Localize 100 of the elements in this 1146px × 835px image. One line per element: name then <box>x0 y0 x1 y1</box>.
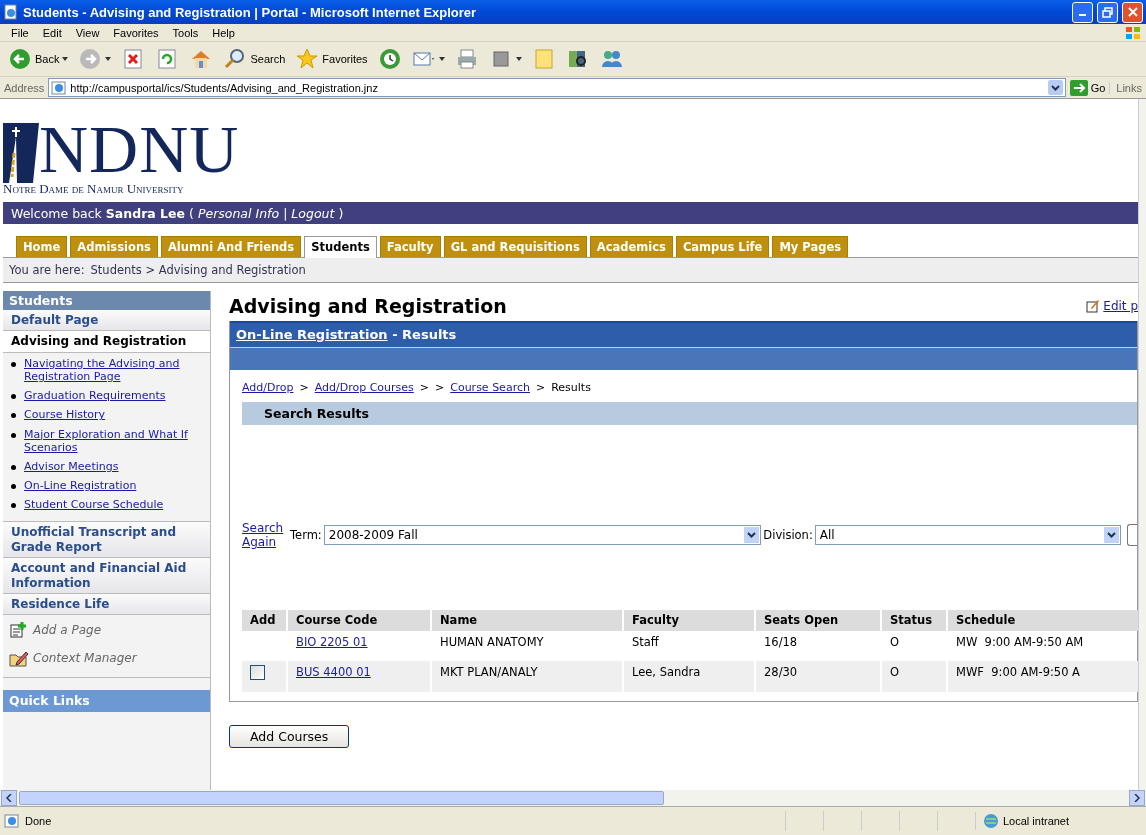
context-manager-link[interactable]: Context Manager <box>9 649 204 668</box>
address-field[interactable]: http://campusportal/ics/Students/Advising_and_Registration.jnz <box>48 78 1066 97</box>
paren-text: ( <box>189 205 194 221</box>
sidebar-item[interactable]: Advising and Registration <box>3 331 210 353</box>
globe-icon <box>982 812 1000 830</box>
breadcrumb-text: > <box>535 381 546 394</box>
arrow-icon <box>1069 79 1088 96</box>
logout-link[interactable]: Logout <box>291 205 335 221</box>
menu-item[interactable]: Help <box>205 26 242 39</box>
table-cell: Lee, Sandra <box>624 660 754 692</box>
column-header: Faculty <box>624 609 754 631</box>
sidebar-item[interactable]: Account and Financial Aid Information <box>3 558 210 595</box>
caret-icon <box>62 57 69 61</box>
go-button[interactable]: Go <box>1069 79 1106 96</box>
menu-item[interactable]: View <box>68 26 107 39</box>
separator-text: | <box>283 205 288 221</box>
forward-icon <box>78 47 103 71</box>
table-cell: MKT PLAN/ANALY <box>432 660 622 692</box>
university-name: Notre Dame de Namur University <box>3 181 185 197</box>
bullet-icon <box>11 503 16 509</box>
add-courses-button[interactable]: Add Courses <box>229 725 350 748</box>
bullet-icon <box>11 361 16 367</box>
close-button[interactable] <box>1122 1 1143 23</box>
breadcrumb-link[interactable]: Add/Drop Courses <box>314 381 414 394</box>
caret-icon <box>105 57 112 61</box>
breadcrumb-text: > <box>419 381 429 394</box>
restore-icon <box>1102 6 1113 18</box>
breadcrumb-path: Students > Advising and Registration <box>90 263 306 277</box>
caret-icon <box>747 532 757 539</box>
sidebar-item[interactable]: Residence Life <box>3 594 210 616</box>
course-code-link[interactable]: BIO 2205 01 <box>296 634 368 649</box>
sidebar-link[interactable]: Navigating the Advising and Registration Page <box>24 356 210 384</box>
caret-icon <box>515 57 522 61</box>
scroll-right-button[interactable] <box>1129 790 1145 806</box>
table-cell-text: 16/18 <box>763 633 799 651</box>
portlet-title-link[interactable]: On-Line Registration <box>236 327 388 342</box>
window-title: Students - Advising and Registration | Portal - Microsoft Internet Explorer <box>23 4 478 20</box>
cut-off-button[interactable] <box>1126 524 1137 547</box>
breadcrumb-link[interactable]: Add/Drop <box>242 381 294 394</box>
add-checkbox[interactable] <box>250 664 265 680</box>
back-button[interactable]: Back <box>6 45 71 73</box>
personal-info-link[interactable]: Personal Info <box>197 205 280 221</box>
filter-label: Term: <box>290 528 322 543</box>
menu-item[interactable]: File <box>4 26 36 39</box>
sidebar-title: Students <box>3 291 210 310</box>
zone-label: Local intranet <box>1003 815 1070 827</box>
sidebar-item[interactable]: Default Page <box>3 310 210 332</box>
scroll-left-button[interactable] <box>1 790 17 806</box>
term-select[interactable]: 2008-2009 Fall <box>323 525 762 546</box>
add-page-link[interactable]: Add a Page <box>9 621 204 640</box>
bullet-icon <box>11 484 16 490</box>
page-icon <box>51 79 68 96</box>
nav-tab[interactable]: Students <box>304 236 377 258</box>
caret-icon <box>438 57 445 61</box>
chapel-logo-icon <box>3 123 39 183</box>
links-button[interactable]: Links <box>1109 81 1142 94</box>
sidebar-link[interactable]: Student Course Schedule <box>24 498 164 512</box>
search-again-link[interactable]: Search Again <box>242 521 288 550</box>
pencil-note-icon <box>1086 299 1101 313</box>
column-header: Name <box>432 609 622 631</box>
logo-text: NDNU <box>39 115 240 183</box>
windows-flag-icon <box>1124 24 1142 41</box>
search-button[interactable]: Search <box>221 45 288 73</box>
column-header: Add <box>242 609 286 631</box>
star-icon <box>295 47 320 71</box>
sidebar-item[interactable]: Unofficial Transcript and Grade Report <box>3 522 210 559</box>
table-cell-text: Staff <box>631 633 660 651</box>
sidebar-link[interactable]: Graduation Requirements <box>24 389 166 403</box>
menu-item[interactable]: Favorites <box>106 26 166 39</box>
table-cell-text: O <box>889 633 901 651</box>
scrollbar-thumb[interactable] <box>19 791 664 805</box>
page-plus-icon <box>9 621 29 640</box>
sidebar-link[interactable]: On-Line Registration <box>24 479 137 493</box>
sidebar-link[interactable]: Major Exploration and What If Scenarios <box>24 427 210 454</box>
paren-text: ) <box>338 205 344 221</box>
breadcrumb-label: You are here: <box>9 263 85 277</box>
vertical-scrollbar[interactable] <box>1138 99 1146 790</box>
bullet-icon <box>11 464 16 470</box>
bullet-icon <box>11 432 16 438</box>
close-icon <box>1127 7 1138 17</box>
page-icon <box>4 813 20 829</box>
minimize-icon <box>1079 14 1086 16</box>
page-title: Advising and Registration <box>229 295 508 317</box>
clock-icon <box>377 47 402 71</box>
edit-page-link[interactable]: Edit p <box>1086 299 1138 313</box>
breadcrumb-link[interactable]: Course Search <box>450 381 530 394</box>
favorites-button[interactable]: Favorites <box>293 45 370 73</box>
minimize-button[interactable] <box>1072 1 1093 23</box>
menu-item[interactable]: Tools <box>165 26 206 39</box>
division-select[interactable]: All <box>814 525 1121 546</box>
sidebar-link[interactable]: Course History <box>24 408 106 422</box>
pencil-folder-icon <box>9 649 29 668</box>
status-text: Done <box>25 815 53 827</box>
filter-label: Division: <box>763 528 813 543</box>
caret-icon <box>1050 84 1060 91</box>
sidebar-link[interactable]: Advisor Meetings <box>24 459 119 474</box>
welcome-text: Welcome back Sandra Lee <box>11 205 185 221</box>
menu-item[interactable]: Edit <box>35 26 69 39</box>
column-header: Course Code <box>288 609 430 631</box>
restore-button[interactable] <box>1097 1 1118 23</box>
